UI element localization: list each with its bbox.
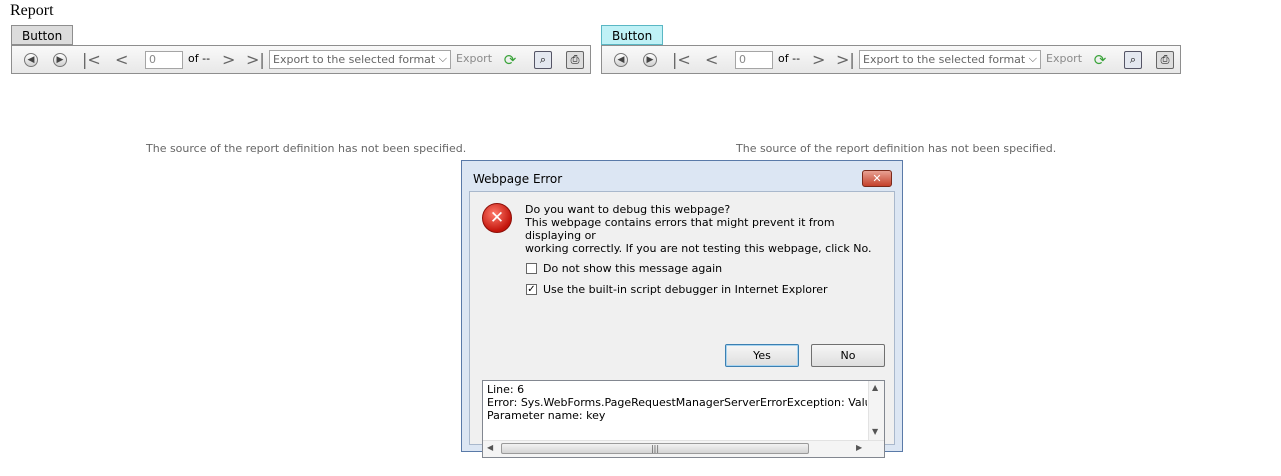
refresh-icon[interactable]: ⟳ — [1092, 51, 1108, 69]
dialog-body: ✕ Do you want to debug this webpage? Thi… — [469, 191, 895, 458]
print-icon[interactable]: ⎙ — [566, 51, 584, 69]
script-debugger-checkbox-row[interactable]: ✓ Use the built-in script debugger in In… — [526, 283, 828, 296]
scroll-right-icon[interactable]: ▶ — [856, 443, 862, 452]
no-button[interactable]: No — [811, 344, 885, 367]
export-link[interactable]: Export — [1046, 52, 1082, 65]
error-details-text: Line: 6 Error: Sys.WebForms.PageRequestM… — [487, 383, 867, 422]
page-count-label: of -- — [188, 52, 211, 65]
report-source-message: The source of the report definition has … — [146, 142, 467, 155]
horizontal-scrollbar[interactable]: ◀ ||| ▶ — [483, 440, 884, 457]
vertical-scrollbar[interactable]: ▲ ▼ — [868, 381, 884, 441]
error-line: Line: 6 — [487, 383, 525, 396]
report-toolbar: ◀ ▶ |< < 0 of -- > >| Export to the sele… — [11, 45, 591, 74]
scroll-down-icon[interactable]: ▼ — [872, 427, 878, 436]
export-format-select[interactable]: Export to the selected format ⌵ — [269, 50, 451, 69]
scroll-left-icon[interactable]: ◀ — [487, 443, 493, 452]
dialog-titlebar[interactable]: Webpage Error ✕ — [462, 161, 902, 191]
find-icon[interactable]: ⌕ — [534, 51, 552, 69]
page-number-input[interactable]: 0 — [735, 51, 773, 69]
export-link[interactable]: Export — [456, 52, 492, 65]
find-icon[interactable]: ⌕ — [1124, 51, 1142, 69]
next-page-icon[interactable]: > — [222, 51, 235, 69]
page-number-input[interactable]: 0 — [145, 51, 183, 69]
webpage-error-dialog: Webpage Error ✕ ✕ Do you want to debug t… — [461, 160, 903, 458]
error-details-box[interactable]: Line: 6 Error: Sys.WebForms.PageRequestM… — [482, 380, 885, 458]
previous-page-icon[interactable]: < — [115, 51, 128, 69]
first-page-icon[interactable]: |< — [672, 51, 691, 69]
back-icon[interactable]: ◀ — [24, 51, 38, 69]
do-not-show-checkbox-row[interactable]: Do not show this message again — [526, 262, 722, 275]
do-not-show-checkbox[interactable] — [526, 263, 537, 274]
scroll-up-icon[interactable]: ▲ — [872, 383, 878, 392]
do-not-show-label: Do not show this message again — [543, 262, 723, 275]
next-page-icon[interactable]: > — [812, 51, 825, 69]
last-page-icon[interactable]: >| — [836, 51, 855, 69]
page-count-label: of -- — [778, 52, 801, 65]
dialog-question: Do you want to debug this webpage? — [525, 203, 731, 216]
dialog-message-line: This webpage contains errors that might … — [525, 216, 835, 242]
forward-icon[interactable]: ▶ — [53, 51, 67, 69]
refresh-icon[interactable]: ⟳ — [502, 51, 518, 69]
yes-button[interactable]: Yes — [725, 344, 799, 367]
close-button[interactable]: ✕ — [862, 170, 892, 187]
first-page-icon[interactable]: |< — [82, 51, 101, 69]
report-source-message: The source of the report definition has … — [736, 142, 1057, 155]
script-debugger-label: Use the built-in script debugger in Inte… — [543, 283, 828, 296]
report-toolbar: ◀ ▶ |< < 0 of -- > >| Export to the sele… — [601, 45, 1181, 74]
horizontal-scroll-thumb[interactable]: ||| — [501, 443, 809, 454]
previous-page-icon[interactable]: < — [705, 51, 718, 69]
error-message: Error: Sys.WebForms.PageRequestManagerSe… — [487, 396, 867, 409]
dialog-message: This webpage contains errors that might … — [525, 216, 885, 255]
error-parameter: Parameter name: key — [487, 409, 606, 422]
script-debugger-checkbox[interactable]: ✓ — [526, 284, 537, 295]
viewer-button[interactable]: Button — [11, 25, 74, 45]
export-format-select[interactable]: Export to the selected format ⌵ — [859, 50, 1041, 69]
dialog-message-line: working correctly. If you are not testin… — [525, 242, 872, 255]
dialog-title: Webpage Error — [473, 172, 563, 186]
page-title: Report — [10, 2, 54, 19]
chevron-down-icon: ⌵ — [1028, 52, 1037, 65]
chevron-down-icon: ⌵ — [438, 52, 447, 65]
close-icon: ✕ — [872, 172, 882, 185]
back-icon[interactable]: ◀ — [614, 51, 628, 69]
last-page-icon[interactable]: >| — [246, 51, 265, 69]
viewer-button[interactable]: Button — [601, 25, 664, 45]
error-icon: ✕ — [482, 203, 512, 233]
print-icon[interactable]: ⎙ — [1156, 51, 1174, 69]
forward-icon[interactable]: ▶ — [643, 51, 657, 69]
